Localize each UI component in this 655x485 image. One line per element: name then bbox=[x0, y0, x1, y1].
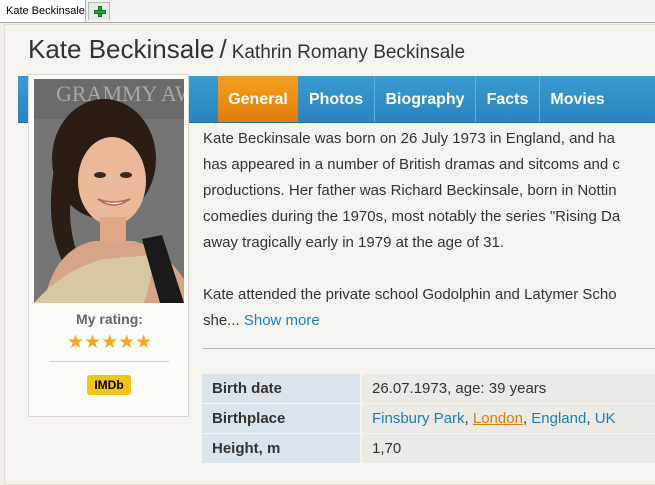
new-tab-button[interactable] bbox=[88, 2, 110, 20]
person-full-name: Kathrin Romany Beckinsale bbox=[231, 42, 466, 63]
imdb-link[interactable]: IMDb bbox=[87, 375, 131, 395]
profile-card: GRAMMY AW My rating: ★★★★★ IMDb bbox=[28, 74, 189, 417]
bio-line: comedies during the 1970s, most notably … bbox=[203, 208, 621, 225]
browser-tab[interactable]: Kate Beckinsale bbox=[0, 0, 86, 22]
birthplace-value: Finsbury Park, London, England, UK bbox=[362, 404, 655, 433]
biography-excerpt: Kate Beckinsale was born on 26 July 1973… bbox=[203, 126, 655, 334]
table-row: Height, m 1,70 bbox=[202, 434, 655, 464]
table-row: Birthplace Finsbury Park, London, Englan… bbox=[202, 404, 655, 434]
facts-table: Birth date 26.07.1973, age: 39 years Bir… bbox=[202, 374, 655, 464]
star-rating[interactable]: ★★★★★ bbox=[67, 331, 152, 354]
title-separator: / bbox=[219, 34, 227, 64]
birthplace-link-country[interactable]: England bbox=[531, 410, 586, 427]
tab-biography[interactable]: Biography bbox=[374, 76, 475, 122]
rating-label: My rating: bbox=[76, 311, 143, 327]
bio-line: Kate attended the private school Godolph… bbox=[203, 286, 617, 303]
show-more-link[interactable]: Show more bbox=[244, 312, 320, 329]
tab-photos[interactable]: Photos bbox=[298, 76, 374, 122]
birth-date-value: 26.07.1973, age: 39 years bbox=[362, 374, 655, 403]
page-title: Kate Beckinsale / Kathrin Romany Beckinsal… bbox=[28, 34, 465, 65]
table-row: Birth date 26.07.1973, age: 39 years bbox=[202, 374, 655, 404]
tab-movies[interactable]: Movies bbox=[539, 76, 615, 122]
card-divider bbox=[49, 361, 169, 362]
bio-line-last: she... Show more bbox=[203, 308, 655, 334]
browser-tabstrip: Kate Beckinsale bbox=[0, 0, 655, 23]
portrait-image: GRAMMY AW bbox=[34, 79, 184, 303]
birthplace-link-nation[interactable]: UK bbox=[595, 410, 616, 427]
height-value: 1,70 bbox=[362, 434, 655, 463]
birthplace-link-city[interactable]: London bbox=[473, 410, 523, 427]
tab-facts[interactable]: Facts bbox=[475, 76, 539, 122]
birthplace-label: Birthplace bbox=[202, 404, 360, 433]
section-divider bbox=[203, 348, 655, 349]
tab-general[interactable]: General bbox=[218, 76, 298, 122]
bio-ellipsis: she... bbox=[203, 312, 240, 329]
bio-line: Kate Beckinsale was born on 26 July 1973… bbox=[203, 130, 615, 147]
height-label: Height, m bbox=[202, 434, 360, 463]
bio-line: productions. Her father was Richard Beck… bbox=[203, 182, 617, 199]
bio-line: has appeared in a number of British dram… bbox=[203, 156, 620, 173]
birthplace-link-district[interactable]: Finsbury Park bbox=[372, 410, 465, 427]
profile-photo[interactable]: GRAMMY AW bbox=[34, 79, 184, 303]
person-name: Kate Beckinsale bbox=[28, 34, 215, 64]
birth-date-label: Birth date bbox=[202, 374, 360, 403]
bio-line: away tragically early in 1979 at the age… bbox=[203, 234, 505, 251]
